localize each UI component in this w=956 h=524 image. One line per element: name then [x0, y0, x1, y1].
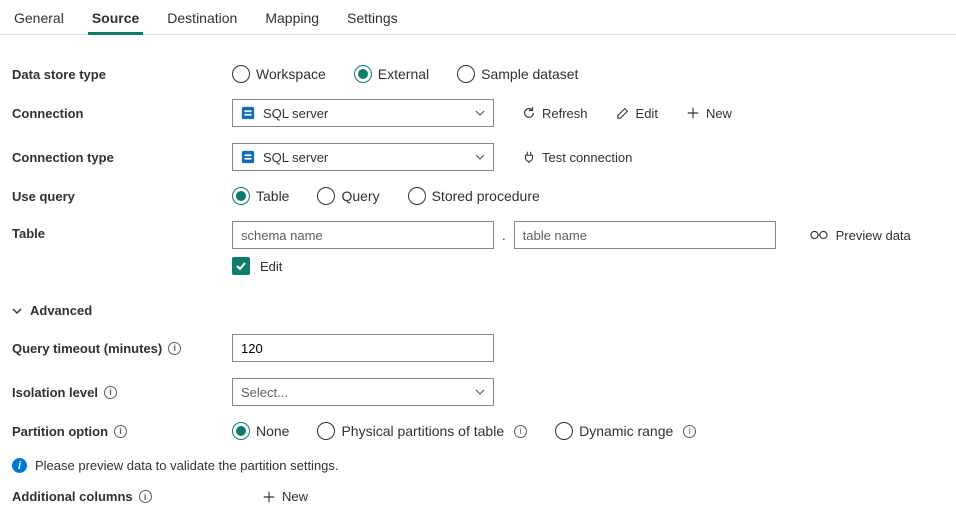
table-input[interactable]: [523, 228, 767, 243]
table-input-wrap: [514, 221, 776, 249]
query-timeout-input[interactable]: [241, 341, 485, 356]
edit-checkbox-label: Edit: [260, 259, 282, 274]
label-table: Table: [12, 221, 232, 241]
info-icon[interactable]: i: [104, 386, 117, 399]
connection-value: SQL server: [263, 106, 467, 121]
preview-data-button[interactable]: Preview data: [810, 228, 911, 243]
connection-type-value: SQL server: [263, 150, 467, 165]
radio-workspace[interactable]: Workspace: [232, 65, 326, 83]
connection-select[interactable]: SQL server: [232, 99, 494, 127]
label-connection-type: Connection type: [12, 150, 232, 165]
sql-server-icon: [241, 150, 255, 164]
label-use-query: Use query: [12, 189, 232, 204]
radio-stored-procedure[interactable]: Stored procedure: [408, 187, 540, 205]
radio-sample-dataset[interactable]: Sample dataset: [457, 65, 578, 83]
radio-partition-physical[interactable]: Physical partitions of table i: [317, 422, 527, 440]
refresh-button[interactable]: Refresh: [522, 106, 588, 121]
tab-source[interactable]: Source: [90, 4, 141, 34]
tab-settings[interactable]: Settings: [345, 4, 400, 34]
query-timeout-input-wrap: [232, 334, 494, 362]
plus-icon: [262, 490, 276, 504]
tab-bar: General Source Destination Mapping Setti…: [0, 0, 956, 35]
tab-mapping[interactable]: Mapping: [263, 4, 321, 34]
chevron-down-icon: [12, 306, 22, 316]
radio-partition-none[interactable]: None: [232, 422, 289, 440]
radio-external[interactable]: External: [354, 65, 429, 83]
connection-type-select[interactable]: SQL server: [232, 143, 494, 171]
info-icon[interactable]: i: [114, 425, 127, 438]
edit-connection-button[interactable]: Edit: [616, 106, 658, 121]
glasses-icon: [810, 229, 828, 241]
tab-destination[interactable]: Destination: [165, 4, 239, 34]
info-icon-filled: i: [12, 458, 27, 473]
chevron-down-icon: [475, 387, 485, 397]
info-icon[interactable]: i: [514, 425, 527, 438]
radio-table[interactable]: Table: [232, 187, 289, 205]
refresh-icon: [522, 106, 536, 120]
label-query-timeout: Query timeout (minutes) i: [12, 341, 232, 356]
tab-general[interactable]: General: [12, 4, 66, 34]
schema-input-wrap: [232, 221, 494, 249]
info-icon[interactable]: i: [168, 342, 181, 355]
new-connection-button[interactable]: New: [686, 106, 732, 121]
label-data-store-type: Data store type: [12, 67, 232, 82]
sql-server-icon: [241, 106, 255, 120]
radio-partition-dynamic[interactable]: Dynamic range i: [555, 422, 696, 440]
label-partition-option: Partition option i: [12, 424, 232, 439]
plus-icon: [686, 106, 700, 120]
label-connection: Connection: [12, 106, 232, 121]
advanced-toggle[interactable]: Advanced: [12, 303, 944, 318]
label-isolation-level: Isolation level i: [12, 385, 232, 400]
plug-icon: [522, 150, 536, 164]
edit-checkbox[interactable]: [232, 257, 250, 275]
isolation-level-select[interactable]: Select...: [232, 378, 494, 406]
info-icon[interactable]: i: [139, 490, 152, 503]
chevron-down-icon: [475, 108, 485, 118]
test-connection-button[interactable]: Test connection: [522, 150, 632, 165]
radio-query[interactable]: Query: [317, 187, 379, 205]
partition-info-message: i Please preview data to validate the pa…: [12, 458, 944, 473]
chevron-down-icon: [475, 152, 485, 162]
pencil-icon: [616, 106, 630, 120]
schema-input[interactable]: [241, 228, 485, 243]
add-column-button[interactable]: New: [262, 489, 308, 504]
table-dot: .: [500, 228, 508, 243]
label-additional-columns: Additional columns i: [12, 489, 232, 504]
info-icon[interactable]: i: [683, 425, 696, 438]
